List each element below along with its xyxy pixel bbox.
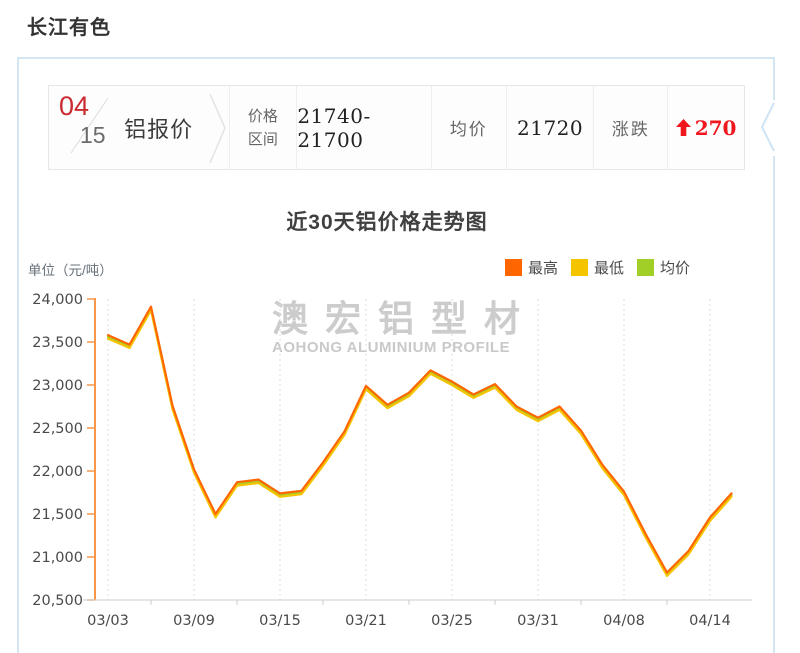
chart-legend: 最高 最低 均价 (505, 257, 703, 278)
average-price-label: 均价 (450, 115, 488, 140)
page-title: 长江有色 (27, 11, 111, 40)
legend-label-avg: 均价 (660, 257, 690, 278)
change-label: 涨跌 (612, 115, 650, 140)
y-axis-tick-label: 24,000 (32, 292, 83, 308)
y-axis-tick-label: 20,500 (32, 593, 83, 609)
panel-collapse-chevron-icon[interactable] (757, 98, 779, 158)
change-label-cell: 涨跌 (593, 86, 667, 169)
price-range-value-cell: 21740-21700 (296, 86, 431, 169)
price-range-label: 价格 区间 (229, 86, 297, 169)
y-axis-tick-label: 22,000 (32, 464, 83, 480)
x-axis-tick-label: 03/09 (173, 613, 215, 629)
average-price-value: 21720 (517, 116, 583, 140)
x-axis-tick-label: 03/31 (517, 613, 559, 629)
change-value: 270 (695, 116, 737, 140)
average-price-value-cell: 21720 (506, 86, 594, 169)
legend-swatch-low (571, 259, 588, 276)
quote-bar[interactable]: 04 15 铝报价 价格 区间 21740-21700 均价 21720 涨跌 … (48, 85, 745, 170)
y-axis-tick-label: 23,500 (32, 335, 83, 351)
price-range-value: 21740-21700 (297, 104, 431, 152)
x-axis-tick-label: 03/03 (87, 613, 129, 629)
x-axis-tick-label: 04/08 (603, 613, 645, 629)
breadcrumb-chevron-icon (207, 86, 229, 169)
legend-item-high[interactable]: 最高 (505, 257, 558, 278)
legend-item-low[interactable]: 最低 (571, 257, 624, 278)
y-axis-tick-label: 23,000 (32, 378, 83, 394)
chart-unit-label: 单位（元/吨） (28, 259, 113, 279)
x-axis-tick-label: 03/21 (345, 613, 387, 629)
x-axis-tick-label: 03/25 (431, 613, 473, 629)
quote-product-label: 铝报价 (124, 112, 193, 144)
quote-date-day: 15 (80, 122, 106, 149)
y-axis-tick-label: 21,000 (32, 550, 83, 566)
chart-title: 近30天铝价格走势图 (0, 206, 774, 236)
quote-date: 04 15 (49, 86, 111, 169)
legend-swatch-avg (637, 259, 654, 276)
legend-item-avg[interactable]: 均价 (637, 257, 690, 278)
legend-swatch-high (505, 259, 522, 276)
price-range-label-line2: 区间 (248, 128, 278, 151)
legend-label-high: 最高 (528, 257, 558, 278)
change-value-cell: 270 (667, 86, 744, 169)
legend-label-low: 最低 (594, 257, 624, 278)
price-trend-chart: 澳宏铝型材AOHONG ALUMINIUM PROFILE 03/03 03/09 0… (0, 280, 800, 653)
arrow-up-icon (676, 119, 691, 136)
quote-product: 铝报价 (111, 86, 207, 169)
watermark-cn: 澳宏铝型材 (272, 298, 537, 339)
average-price-label-cell: 均价 (431, 86, 506, 169)
y-axis-tick-label: 21,500 (32, 507, 83, 523)
x-axis-tick-label: 04/14 (689, 613, 731, 629)
price-range-label-line1: 价格 (248, 105, 278, 128)
y-axis-tick-label: 22,500 (32, 421, 83, 437)
x-axis-tick-label: 03/15 (259, 613, 301, 629)
watermark-en: AOHONG ALUMINIUM PROFILE (272, 339, 510, 356)
quote-date-month: 04 (59, 91, 89, 122)
